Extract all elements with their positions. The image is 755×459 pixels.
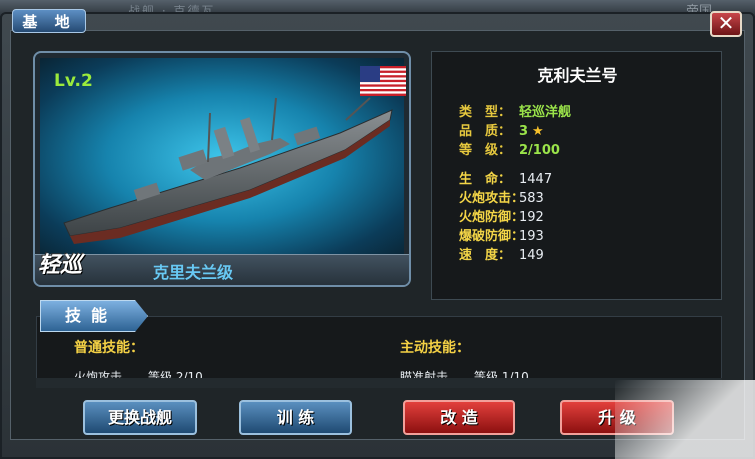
stat-value: 1447: [519, 172, 553, 187]
stat-row: 生 命： 1447: [459, 168, 553, 187]
train-button[interactable]: 训 练: [239, 400, 352, 435]
active-skills-header: 主动技能：: [400, 340, 470, 356]
ship-class-name: 克里夫兰级: [153, 263, 234, 282]
change-ship-button[interactable]: 更换战舰: [83, 400, 197, 435]
stat-label: 火炮攻击：: [459, 191, 525, 206]
stat-row: 爆破防御：193: [459, 225, 544, 244]
star-icon: ★: [532, 124, 544, 139]
tab-skills[interactable]: 技能: [40, 300, 148, 332]
ship-info-panel: 克利夫兰号 类 型： 轻巡洋舰 品 质： 3 ★ 等 级： 2/100 生 命： 1447…: [431, 51, 722, 300]
type-value: 轻巡洋舰: [519, 105, 572, 120]
stat-label: 火炮防御：: [459, 210, 525, 225]
ship-name: 克利夫兰号: [537, 66, 618, 85]
quality-row: 品 质： 3 ★: [459, 120, 544, 139]
type-row: 类 型： 轻巡洋舰: [459, 101, 572, 120]
stat-value: 193: [519, 229, 544, 244]
stat-row: 速 度： 149: [459, 244, 544, 263]
quality-value: 3: [519, 124, 529, 139]
close-icon: ✕: [717, 11, 735, 35]
type-label: 类 型：: [459, 105, 512, 120]
stat-value: 149: [519, 248, 544, 263]
close-button[interactable]: ✕: [710, 11, 742, 37]
quality-label: 品 质：: [459, 124, 512, 139]
grade-row: 等 级： 2/100: [459, 139, 560, 158]
stat-label: 生 命：: [459, 172, 512, 187]
ship-level: Lv.2: [54, 71, 93, 91]
modify-button[interactable]: 改 造: [403, 400, 515, 435]
stat-label: 爆破防御：: [459, 229, 525, 244]
stat-label: 速 度：: [459, 248, 512, 263]
ship-class-badge: 轻巡: [38, 253, 83, 278]
grade-label: 等 级：: [459, 143, 512, 158]
normal-skills-header: 普通技能：: [74, 340, 144, 356]
stat-value: 583: [519, 191, 544, 206]
grade-value: 2/100: [519, 143, 560, 158]
stat-value: 192: [519, 210, 544, 225]
ship-image: Lv.2: [40, 58, 406, 258]
stat-row: 火炮防御：192: [459, 206, 544, 225]
us-flag-icon: [360, 66, 406, 96]
watermark-overlay: [615, 380, 755, 459]
ship-illustration: [63, 97, 393, 244]
ship-card: Lv.2 克里夫兰级 轻巡: [33, 51, 411, 287]
tab-base[interactable]: 基 地: [12, 9, 86, 33]
stat-row: 火炮攻击：583: [459, 187, 544, 206]
